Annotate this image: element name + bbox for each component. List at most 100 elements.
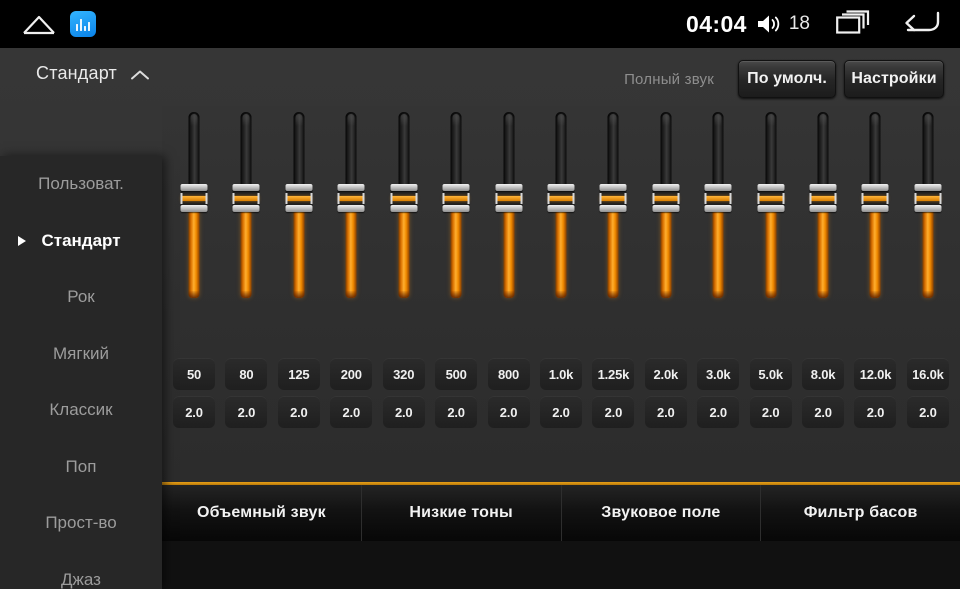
equalizer-app-icon[interactable]: [70, 11, 96, 37]
slider-track-fill: [660, 206, 671, 298]
speaker-volume-icon[interactable]: [756, 12, 782, 36]
slider-track-fill: [765, 206, 776, 298]
slider-track-upper: [346, 112, 357, 194]
slider-thumb[interactable]: [600, 184, 627, 212]
back-arrow-icon[interactable]: [900, 9, 940, 40]
triangle-right-icon: [18, 236, 26, 246]
slider-track-upper: [293, 112, 304, 194]
slider-track-fill: [870, 206, 881, 298]
tab-3[interactable]: Звуковое поле: [561, 485, 761, 541]
slider-thumb-cap-bottom: [285, 205, 312, 212]
frequency-chip: 500: [435, 358, 477, 390]
slider-thumb[interactable]: [862, 184, 889, 212]
slider-thumb-cap-bottom: [652, 205, 679, 212]
dropdown-item-2[interactable]: Стандарт: [0, 213, 162, 270]
gain-value-row: 2.02.02.02.02.02.02.02.02.02.02.02.02.02…: [162, 396, 960, 430]
slider-track-upper: [660, 112, 671, 194]
slider-track-fill: [398, 206, 409, 298]
eq-slider-50[interactable]: [173, 106, 215, 348]
dropdown-item-label: Рок: [20, 287, 142, 307]
dropdown-item-6[interactable]: Поп: [0, 439, 162, 496]
slider-thumb[interactable]: [233, 184, 260, 212]
slider-thumb-cap-top: [495, 184, 522, 191]
gain-chip: 2.0: [592, 396, 634, 428]
slider-thumb-cap-top: [233, 184, 260, 191]
slider-track-fill: [922, 206, 933, 298]
eq-slider-200[interactable]: [330, 106, 372, 348]
gain-chip: 2.0: [330, 396, 372, 428]
recents-icon[interactable]: [836, 10, 870, 39]
dropdown-item-1[interactable]: Пользоват.: [0, 156, 162, 213]
frequency-chip: 1.25k: [592, 358, 634, 390]
chevron-up-icon: [130, 68, 150, 80]
slider-thumb-indicator: [811, 196, 836, 201]
slider-thumb-cap-top: [810, 184, 837, 191]
eq-slider-3.0k[interactable]: [697, 106, 739, 348]
gain-chip: 2.0: [225, 396, 267, 428]
gain-chip: 2.0: [697, 396, 739, 428]
slider-thumb-cap-bottom: [862, 205, 889, 212]
slider-thumb[interactable]: [181, 184, 208, 212]
slider-thumb-cap-top: [600, 184, 627, 191]
slider-thumb-cap-top: [757, 184, 784, 191]
slider-track-fill: [346, 206, 357, 298]
slider-thumb[interactable]: [757, 184, 784, 212]
slider-thumb[interactable]: [547, 184, 574, 212]
settings-button[interactable]: Настройки: [844, 60, 944, 98]
frequency-chip: 50: [173, 358, 215, 390]
status-clock: 04:04: [686, 11, 747, 38]
slider-thumb[interactable]: [495, 184, 522, 212]
tab-2[interactable]: Низкие тоны: [361, 485, 561, 541]
frequency-chip: 3.0k: [697, 358, 739, 390]
gain-chip: 2.0: [435, 396, 477, 428]
eq-slider-2.0k[interactable]: [645, 106, 687, 348]
dropdown-item-label: Классик: [20, 400, 142, 420]
home-outline-icon[interactable]: [22, 13, 56, 35]
eq-slider-500[interactable]: [435, 106, 477, 348]
eq-slider-1.25k[interactable]: [592, 106, 634, 348]
slider-track-upper: [189, 112, 200, 194]
slider-thumb-indicator: [863, 196, 888, 201]
eq-slider-125[interactable]: [278, 106, 320, 348]
status-bar-left: [0, 11, 96, 37]
eq-slider-800[interactable]: [488, 106, 530, 348]
eq-slider-5.0k[interactable]: [750, 106, 792, 348]
default-button[interactable]: По умолч.: [738, 60, 836, 98]
slider-thumb[interactable]: [285, 184, 312, 212]
slider-thumb[interactable]: [443, 184, 470, 212]
slider-thumb[interactable]: [652, 184, 679, 212]
tab-4[interactable]: Фильтр басов: [760, 485, 960, 541]
status-bar: 04:04 18: [0, 0, 960, 48]
slider-thumb-cap-bottom: [390, 205, 417, 212]
eq-slider-80[interactable]: [225, 106, 267, 348]
eq-slider-8.0k[interactable]: [802, 106, 844, 348]
eq-slider-12.0k[interactable]: [854, 106, 896, 348]
slider-thumb[interactable]: [390, 184, 417, 212]
slider-thumb[interactable]: [338, 184, 365, 212]
slider-thumb-indicator: [234, 196, 259, 201]
gain-chip: 2.0: [645, 396, 687, 428]
frequency-label-row: 50801252003205008001.0k1.25k2.0k3.0k5.0k…: [162, 358, 960, 392]
dropdown-item-3[interactable]: Рок: [0, 269, 162, 326]
slider-thumb-indicator: [758, 196, 783, 201]
slider-track-upper: [608, 112, 619, 194]
dropdown-item-5[interactable]: Классик: [0, 382, 162, 439]
eq-slider-16.0k[interactable]: [907, 106, 949, 348]
slider-thumb[interactable]: [914, 184, 941, 212]
tab-1[interactable]: Объемный звук: [162, 485, 361, 541]
dropdown-item-7[interactable]: Прост-во: [0, 495, 162, 552]
dropdown-item-4[interactable]: Мягкий: [0, 326, 162, 383]
slider-thumb[interactable]: [810, 184, 837, 212]
slider-track-upper: [765, 112, 776, 194]
preset-selector[interactable]: Стандарт: [36, 63, 150, 84]
slider-thumb-cap-bottom: [338, 205, 365, 212]
dropdown-item-label: Джаз: [20, 570, 142, 589]
slider-track-upper: [713, 112, 724, 194]
slider-thumb[interactable]: [705, 184, 732, 212]
gain-chip: 2.0: [278, 396, 320, 428]
dropdown-item-8[interactable]: Джаз: [0, 552, 162, 589]
bottom-tab-bar: Объемный звукНизкие тоныЗвуковое полеФил…: [162, 485, 960, 541]
gain-chip: 2.0: [907, 396, 949, 428]
eq-slider-1.0k[interactable]: [540, 106, 582, 348]
eq-slider-320[interactable]: [383, 106, 425, 348]
